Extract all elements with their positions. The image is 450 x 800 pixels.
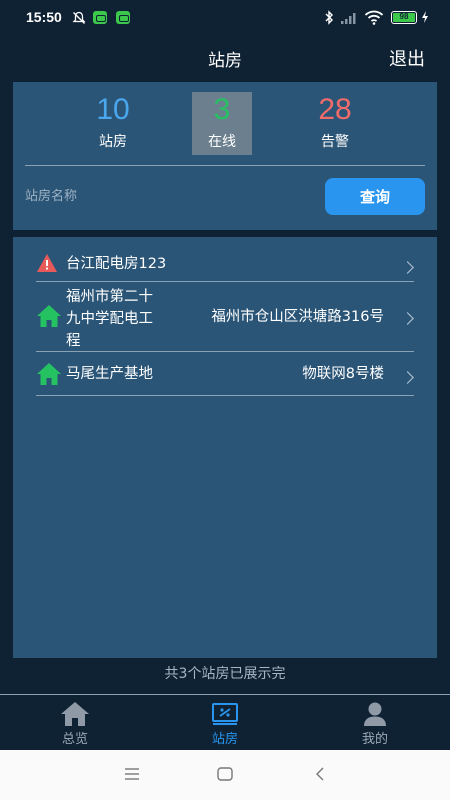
- mute-icon: [72, 11, 86, 24]
- app-badge-icon: [93, 11, 107, 24]
- app-badge-icon: [116, 11, 130, 24]
- bluetooth-icon: [325, 10, 333, 25]
- list-footer: 共3个站房已展示完: [164, 666, 286, 682]
- battery-level: 98: [393, 13, 415, 22]
- query-button[interactable]: 查询: [325, 178, 425, 215]
- stat-online[interactable]: 3 在线: [192, 92, 252, 155]
- stat-total-label: 站房: [99, 134, 127, 150]
- back-icon[interactable]: [314, 767, 326, 781]
- station-name: 福州市第二十九中学配电工程: [66, 289, 153, 349]
- station-name: 马尾生产基地: [66, 366, 153, 382]
- station-name-input[interactable]: [25, 182, 315, 210]
- tab-overview[interactable]: 总览: [45, 701, 105, 747]
- stat-online-label: 在线: [208, 134, 236, 150]
- station-address: 福州市仓山区洪塘路316号: [211, 309, 384, 325]
- stat-alarm-value: 28: [318, 93, 352, 126]
- charging-icon: [422, 11, 428, 23]
- battery-icon: 98: [391, 11, 417, 24]
- user-tab-icon: [364, 702, 386, 726]
- stat-total-value: 10: [96, 93, 130, 126]
- chevron-right-icon: [401, 261, 414, 274]
- status-bar: 15:50 98: [0, 0, 450, 36]
- chevron-right-icon: [401, 371, 414, 384]
- tab-label: 我的: [361, 732, 388, 747]
- stat-alarm-label: 告警: [321, 134, 349, 150]
- tab-label: 总览: [61, 732, 88, 747]
- home-icon: [37, 363, 61, 385]
- tab-bar: 总览 站房 我的: [0, 695, 450, 750]
- menu-icon[interactable]: [124, 767, 140, 781]
- status-time: 15:50: [26, 9, 62, 25]
- stat-total[interactable]: 10 站房: [83, 92, 143, 155]
- station-tab-icon: [212, 703, 238, 725]
- system-nav-bar: [0, 750, 450, 800]
- station-item[interactable]: 马尾生产基地 物联网8号楼: [36, 352, 414, 396]
- home-icon: [37, 305, 61, 327]
- stat-online-value: 3: [213, 93, 231, 126]
- home-nav-icon[interactable]: [217, 767, 233, 781]
- signal-icon: [341, 13, 356, 24]
- warning-icon: [37, 254, 57, 272]
- page-title: 站房: [208, 51, 242, 71]
- home-tab-icon: [61, 702, 89, 726]
- tab-mine[interactable]: 我的: [345, 701, 405, 747]
- station-item[interactable]: 福州市第二十九中学配电工程 福州市仓山区洪塘路316号: [36, 282, 414, 352]
- station-name: 台江配电房123: [66, 256, 167, 272]
- station-item[interactable]: 台江配电房123: [36, 245, 414, 282]
- app-header: 站房 退出: [0, 36, 450, 82]
- chevron-right-icon: [401, 312, 414, 325]
- station-address: 物联网8号楼: [302, 366, 384, 382]
- tab-station[interactable]: 站房: [195, 701, 255, 747]
- station-list: 台江配电房123 福州市第二十九中学配电工程 福州市仓山区洪塘路316号 马尾生…: [13, 237, 437, 658]
- wifi-icon: [364, 10, 384, 25]
- logout-button[interactable]: 退出: [389, 45, 425, 71]
- stat-alarm[interactable]: 28 告警: [305, 92, 365, 155]
- tab-label: 站房: [211, 732, 238, 747]
- divider: [25, 165, 425, 166]
- summary-panel: 10 站房 3 在线 28 告警 查询: [13, 82, 437, 230]
